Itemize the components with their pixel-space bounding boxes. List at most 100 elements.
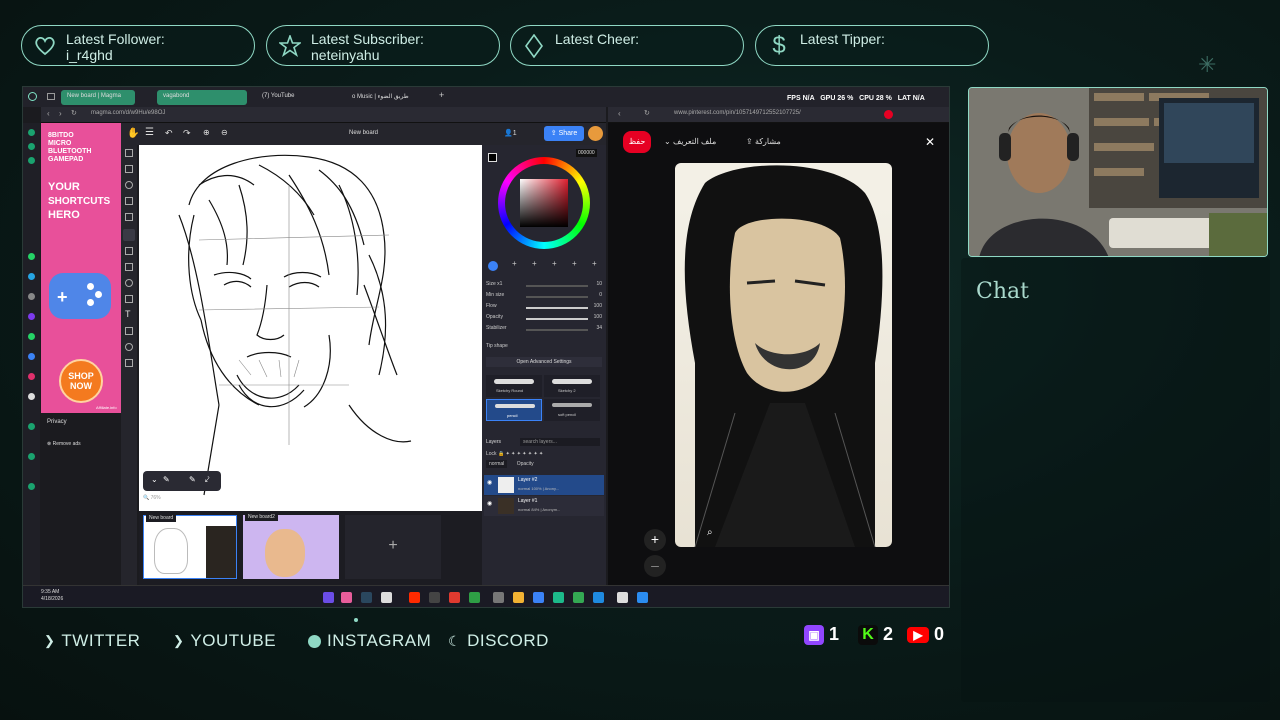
- tool-icon[interactable]: [125, 279, 133, 287]
- magma-logo-icon[interactable]: ✋: [127, 128, 139, 139]
- brush-icon[interactable]: ⤦: [205, 475, 210, 485]
- slider-row[interactable]: Opacity 100: [486, 314, 602, 325]
- close-icon[interactable]: ✕: [925, 135, 935, 149]
- remove-ads-button[interactable]: ⊗ Remove ads: [47, 441, 81, 447]
- taskbar-app-icon[interactable]: [341, 592, 352, 603]
- tool-icon[interactable]: [125, 197, 133, 205]
- extension-icon[interactable]: [28, 273, 35, 280]
- brush-icon[interactable]: ✎: [189, 475, 196, 484]
- layers-search[interactable]: search layers...: [520, 438, 600, 446]
- left-address-bar[interactable]: ‹ › ↻ magma.com/d/w9Hu/e98OJ: [41, 107, 606, 123]
- text-tool-icon[interactable]: T: [125, 309, 131, 319]
- reference-image[interactable]: [675, 163, 892, 547]
- layer-row-selected[interactable]: ◉ Layer #2 normal 100% | Anony...: [484, 475, 604, 495]
- tool-icon[interactable]: [125, 165, 133, 173]
- share-button[interactable]: ⇪ Share: [544, 126, 584, 141]
- extension-icon[interactable]: [28, 333, 35, 340]
- zoom-in-button[interactable]: +: [644, 529, 666, 551]
- tool-icon[interactable]: [125, 343, 133, 351]
- taskbar-app-icon[interactable]: [469, 592, 480, 603]
- add-brush-icon[interactable]: +: [532, 259, 537, 268]
- new-tab-button[interactable]: +: [439, 90, 444, 100]
- brush-preset[interactable]: Sketchy Round: [486, 375, 542, 397]
- blend-mode[interactable]: normal: [486, 460, 508, 468]
- tool-icon[interactable]: [125, 263, 133, 271]
- taskbar-app-icon[interactable]: [323, 592, 334, 603]
- extension-icon[interactable]: [28, 293, 35, 300]
- tab-music[interactable]: o Music | طريق الضوء: [346, 90, 436, 105]
- reload-icon[interactable]: ↻: [644, 109, 650, 117]
- eye-icon[interactable]: ◉: [487, 479, 492, 486]
- slider-row[interactable]: Min size 0: [486, 292, 602, 303]
- taskbar-clock[interactable]: 9:35 AM 4/18/2026: [41, 589, 63, 603]
- taskbar-app-icon[interactable]: [381, 592, 392, 603]
- reload-icon[interactable]: ↻: [71, 109, 77, 117]
- tab-magma[interactable]: New board | Magma: [61, 90, 135, 105]
- extension-icon[interactable]: [28, 313, 35, 320]
- zoom-out-icon[interactable]: ⊖: [221, 128, 228, 137]
- extension-icon[interactable]: [28, 483, 35, 490]
- right-address-bar[interactable]: ‹ ↻ www.pinterest.com/pin/10571497125521…: [608, 107, 949, 123]
- chevron-down-icon[interactable]: ⌄: [151, 475, 158, 484]
- tool-icon[interactable]: [125, 247, 133, 255]
- zoom-out-button[interactable]: –: [644, 555, 666, 577]
- taskbar-app-icon[interactable]: [361, 592, 372, 603]
- slider-row[interactable]: Stabilizer 34: [486, 325, 602, 336]
- color-square[interactable]: [520, 179, 568, 227]
- slider-row[interactable]: Size x1 10: [486, 281, 602, 292]
- tab-icon[interactable]: [47, 93, 55, 100]
- taskbar-app-icon[interactable]: [533, 592, 544, 603]
- undo-icon[interactable]: ↶: [165, 128, 173, 139]
- layer-row[interactable]: ◉ Layer #1 normal 84% | Anonym...: [484, 496, 604, 516]
- tab-youtube[interactable]: (7) YouTube: [256, 90, 344, 105]
- board-thumbnail[interactable]: New board2: [243, 513, 339, 579]
- add-brush-icon[interactable]: +: [512, 259, 517, 268]
- shop-now-button[interactable]: SHOP NOW: [59, 359, 103, 403]
- slider-row[interactable]: Flow 100: [486, 303, 602, 314]
- tab-vagabond[interactable]: vagabond: [157, 90, 247, 105]
- taskbar-app-icon[interactable]: [593, 592, 604, 603]
- board-thumbnail[interactable]: New board: [143, 514, 237, 579]
- tool-icon[interactable]: [125, 213, 133, 221]
- pin-save-button[interactable]: حفظ: [623, 131, 651, 153]
- brush-preset-selected[interactable]: pencil: [486, 399, 542, 421]
- tool-icon[interactable]: [125, 181, 133, 189]
- tool-icon[interactable]: [125, 149, 133, 157]
- tool-icon[interactable]: [125, 295, 133, 303]
- taskbar-app-icon[interactable]: [573, 592, 584, 603]
- browser-menu-icon[interactable]: [28, 92, 37, 101]
- taskbar-app-icon[interactable]: [513, 592, 524, 603]
- brush-mode-icon[interactable]: [488, 261, 498, 271]
- extension-icon[interactable]: [28, 423, 35, 430]
- extension-icon[interactable]: [28, 143, 35, 150]
- extension-icon[interactable]: [28, 453, 35, 460]
- eye-icon[interactable]: ◉: [487, 500, 492, 507]
- tip-shape[interactable]: Tip shape: [486, 343, 508, 349]
- slider-track[interactable]: [526, 318, 588, 320]
- ad-privacy[interactable]: Privacy: [47, 419, 67, 425]
- drawing-canvas[interactable]: ⌄ ✎ ✎ ⤦ 🔍 76%: [139, 145, 482, 511]
- taskbar-app-icon[interactable]: [553, 592, 564, 603]
- tool-icon[interactable]: [125, 327, 133, 335]
- extension-icon[interactable]: [28, 373, 35, 380]
- pinterest-ext-icon[interactable]: [884, 110, 893, 119]
- brush-icon[interactable]: ✎: [163, 475, 170, 484]
- avatar[interactable]: [588, 126, 603, 141]
- brush-quick-bar[interactable]: ⌄ ✎ ✎ ⤦: [143, 471, 221, 491]
- add-brush-icon[interactable]: +: [552, 259, 557, 268]
- back-icon[interactable]: ‹: [47, 109, 50, 118]
- taskbar-app-icon[interactable]: [617, 592, 628, 603]
- back-icon[interactable]: ‹: [618, 109, 621, 118]
- color-swatch[interactable]: [488, 153, 497, 162]
- profile-dropdown[interactable]: ⌄ ملف التعريف: [664, 137, 716, 146]
- board-title[interactable]: New board: [349, 130, 378, 136]
- brush-preset[interactable]: soft pencil: [544, 399, 600, 421]
- add-board-button[interactable]: +: [345, 515, 441, 579]
- add-brush-icon[interactable]: +: [572, 259, 577, 268]
- taskbar-app-icon[interactable]: [409, 592, 420, 603]
- menu-icon[interactable]: ☰: [145, 127, 154, 138]
- windows-start-icon[interactable]: [637, 592, 648, 603]
- slider-track[interactable]: [526, 307, 588, 309]
- extension-icon[interactable]: [28, 253, 35, 260]
- taskbar-app-icon[interactable]: [429, 592, 440, 603]
